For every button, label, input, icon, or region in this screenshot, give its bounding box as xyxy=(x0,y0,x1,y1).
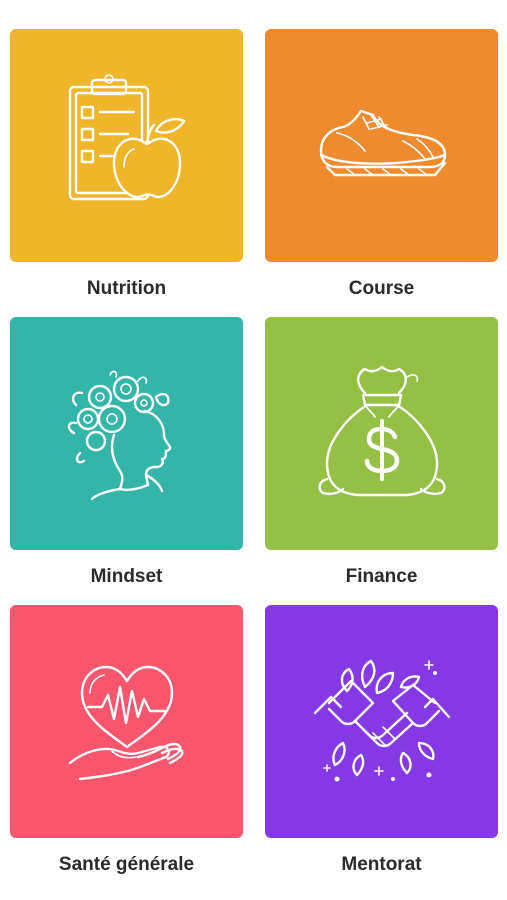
money-bag-icon xyxy=(317,365,446,496)
category-card-mentorat[interactable]: Mentorat xyxy=(265,605,498,877)
category-card-nutrition[interactable]: Nutrition xyxy=(10,29,243,301)
category-card-course[interactable]: Course xyxy=(265,29,498,301)
category-tile-sante-generale[interactable] xyxy=(10,605,243,838)
category-tile-mindset[interactable] xyxy=(10,317,243,550)
category-card-sante-generale[interactable]: Santé générale xyxy=(10,605,243,877)
category-tile-course[interactable] xyxy=(265,29,498,262)
flower-head-icon xyxy=(67,370,171,500)
category-label: Finance xyxy=(345,566,418,587)
category-tile-nutrition[interactable] xyxy=(10,29,243,262)
category-label: Mindset xyxy=(90,566,163,587)
category-tile-finance[interactable] xyxy=(265,317,498,550)
running-shoe-icon xyxy=(319,109,446,176)
category-card-finance[interactable]: Finance xyxy=(265,317,498,589)
handshake-icon xyxy=(313,659,450,781)
category-label: Course xyxy=(348,278,415,299)
category-card-mindset[interactable]: Mindset xyxy=(10,317,243,589)
category-grid: Nutrition Course Mindset Finance Santé g… xyxy=(10,29,498,877)
heart-hand-icon xyxy=(68,665,184,780)
category-label: Mentorat xyxy=(341,854,422,875)
category-label: Santé générale xyxy=(58,854,195,875)
category-tile-mentorat[interactable] xyxy=(265,605,498,838)
category-label: Nutrition xyxy=(86,278,167,299)
clipboard-apple-icon xyxy=(68,73,185,200)
